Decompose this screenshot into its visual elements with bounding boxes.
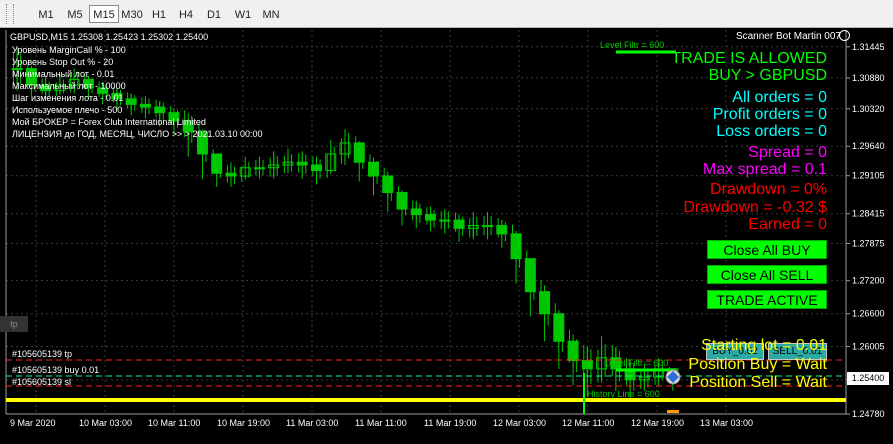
- timeframe-toolbar: M1 M5 M15 M30 H1 H4 D1 W1 MN: [0, 0, 893, 28]
- trade-status: TRADE IS ALLOWED: [671, 50, 827, 67]
- leverage-label: Используемое плечо - 500: [12, 105, 123, 115]
- close-all-sell-button[interactable]: Close All SELL: [707, 265, 827, 284]
- toolbar-grip[interactable]: [6, 4, 10, 24]
- toolbar-grip[interactable]: [13, 4, 17, 24]
- timeframe-w1-button[interactable]: W1: [229, 5, 257, 23]
- lot-step-label: Шаг изменения лота - 0.01: [12, 93, 124, 103]
- starting-lot: Starting lot = 0.01: [701, 337, 827, 354]
- margin-call-label: Уровень MarginCall % - 100: [12, 45, 126, 55]
- current-price-tag: 1.25400: [847, 372, 889, 385]
- drawdown-percent: Drawdown = 0%: [710, 181, 827, 198]
- order-buy-label: #105605139 buy 0.01: [12, 365, 100, 375]
- stop-out-label: Уровень Stop Out % - 20: [12, 57, 114, 67]
- drawdown-usd: Drawdown = -0.32 $: [683, 199, 827, 216]
- symbol-ohlc-line: GBPUSD,M15 1.25308 1.25423 1.25302 1.254…: [10, 32, 209, 42]
- loss-orders: Loss orders = 0: [716, 123, 827, 140]
- profit-orders: Profit orders = 0: [712, 106, 827, 123]
- side-tp-tab[interactable]: tp: [0, 316, 28, 332]
- trade-active-button[interactable]: TRADE ACTIVE: [707, 290, 827, 309]
- level-filter-bottom-label: Level Filtr = 600: [604, 358, 669, 368]
- timeframe-h1-button[interactable]: H1: [145, 5, 173, 23]
- max-lot-label: Максимальный лот - 10000: [12, 81, 126, 91]
- level-filter-top-label: Level Filtr = 600: [600, 40, 665, 50]
- close-all-buy-button[interactable]: Close All BUY: [707, 240, 827, 259]
- timeframe-m1-button[interactable]: M1: [31, 5, 61, 23]
- order-sl-label: #105605139 sl: [12, 377, 72, 387]
- all-orders: All orders = 0: [732, 89, 827, 106]
- order-tp-label: #105605139 tp: [12, 349, 73, 359]
- timeframe-mn-button[interactable]: MN: [256, 5, 286, 23]
- earned: Earned = 0: [748, 216, 827, 233]
- timeframe-m15-button[interactable]: M15: [89, 5, 119, 23]
- trade-direction: BUY > GBPUSD: [708, 67, 827, 84]
- timeframe-h4-button[interactable]: H4: [172, 5, 200, 23]
- spread: Spread = 0: [748, 144, 827, 161]
- bot-name: Scanner Bot Martin 007: [735, 31, 841, 42]
- timeframe-d1-button[interactable]: D1: [200, 5, 228, 23]
- broker-label: Мой БРОКЕР = Forex Club International Li…: [12, 117, 206, 127]
- position-sell: Position Sell = Wait: [689, 374, 827, 391]
- license-label: ЛИЦЕНЗИЯ до ГОД, МЕСЯЦ, ЧИСЛО >> > 2021.…: [12, 129, 263, 139]
- timeframe-m5-button[interactable]: M5: [60, 5, 90, 23]
- max-spread: Max spread = 0.1: [702, 161, 827, 178]
- min-lot-label: Минимальный лот - 0.01: [12, 69, 115, 79]
- smiley-icon: [839, 30, 850, 41]
- position-buy: Position Buy = Wait: [688, 356, 827, 373]
- history-line-label: History Line = 600: [587, 389, 660, 399]
- timeframe-m30-button[interactable]: M30: [118, 5, 146, 23]
